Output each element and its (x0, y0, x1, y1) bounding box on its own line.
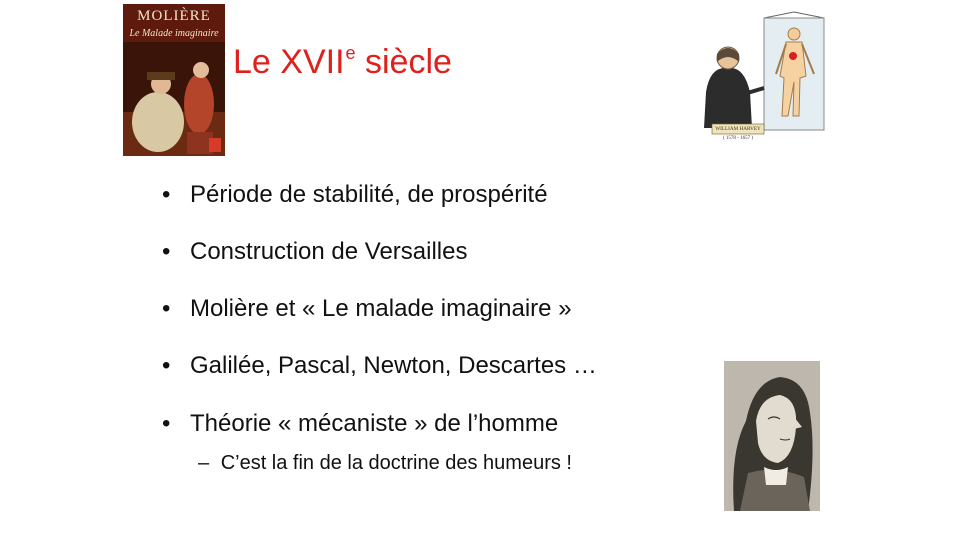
slide: MOLIÈRE Le Malade imaginaire Le XVIIe si… (0, 0, 960, 540)
portrait-engraving (724, 361, 820, 511)
book-cover-illustration (123, 42, 225, 156)
book-cover-author: MOLIÈRE (137, 8, 211, 24)
book-cover-image: MOLIÈRE Le Malade imaginaire (123, 4, 225, 156)
bullet-text: Période de stabilité, de prospérité (190, 181, 548, 208)
bullet-text: Construction de Versailles (190, 238, 468, 265)
title-main: Le XVII (233, 43, 345, 81)
bullet-dot: • (162, 181, 171, 208)
bullet-dot: • (162, 410, 171, 437)
sub-bullet-item: – C’est la fin de la doctrine des humeur… (198, 452, 572, 475)
bullet-text: Galilée, Pascal, Newton, Descartes … (190, 352, 597, 379)
book-cover-title: Le Malade imaginaire (129, 28, 219, 39)
harvey-caption-dates: ( 1578 - 1657 ) (723, 136, 753, 141)
bullet-text: Molière et « Le malade imaginaire » (190, 295, 572, 322)
william-harvey-illustration: WILLIAM HARVEY ( 1578 - 1657 ) (700, 8, 832, 146)
sub-bullet-text: C’est la fin de la doctrine des humeurs … (220, 452, 572, 474)
slide-title: Le XVIIe siècle (233, 40, 452, 89)
bullet-dot: • (162, 352, 171, 379)
bullet-dot: • (162, 238, 171, 265)
sub-bullet-dash: – (198, 452, 210, 474)
bullet-text: Théorie « mécaniste » de l’homme (190, 410, 559, 437)
harvey-caption-name: WILLIAM HARVEY (715, 126, 761, 132)
title-superscript: e (345, 43, 356, 63)
title-rest: siècle (355, 43, 452, 81)
bullet-dot: • (162, 295, 171, 322)
